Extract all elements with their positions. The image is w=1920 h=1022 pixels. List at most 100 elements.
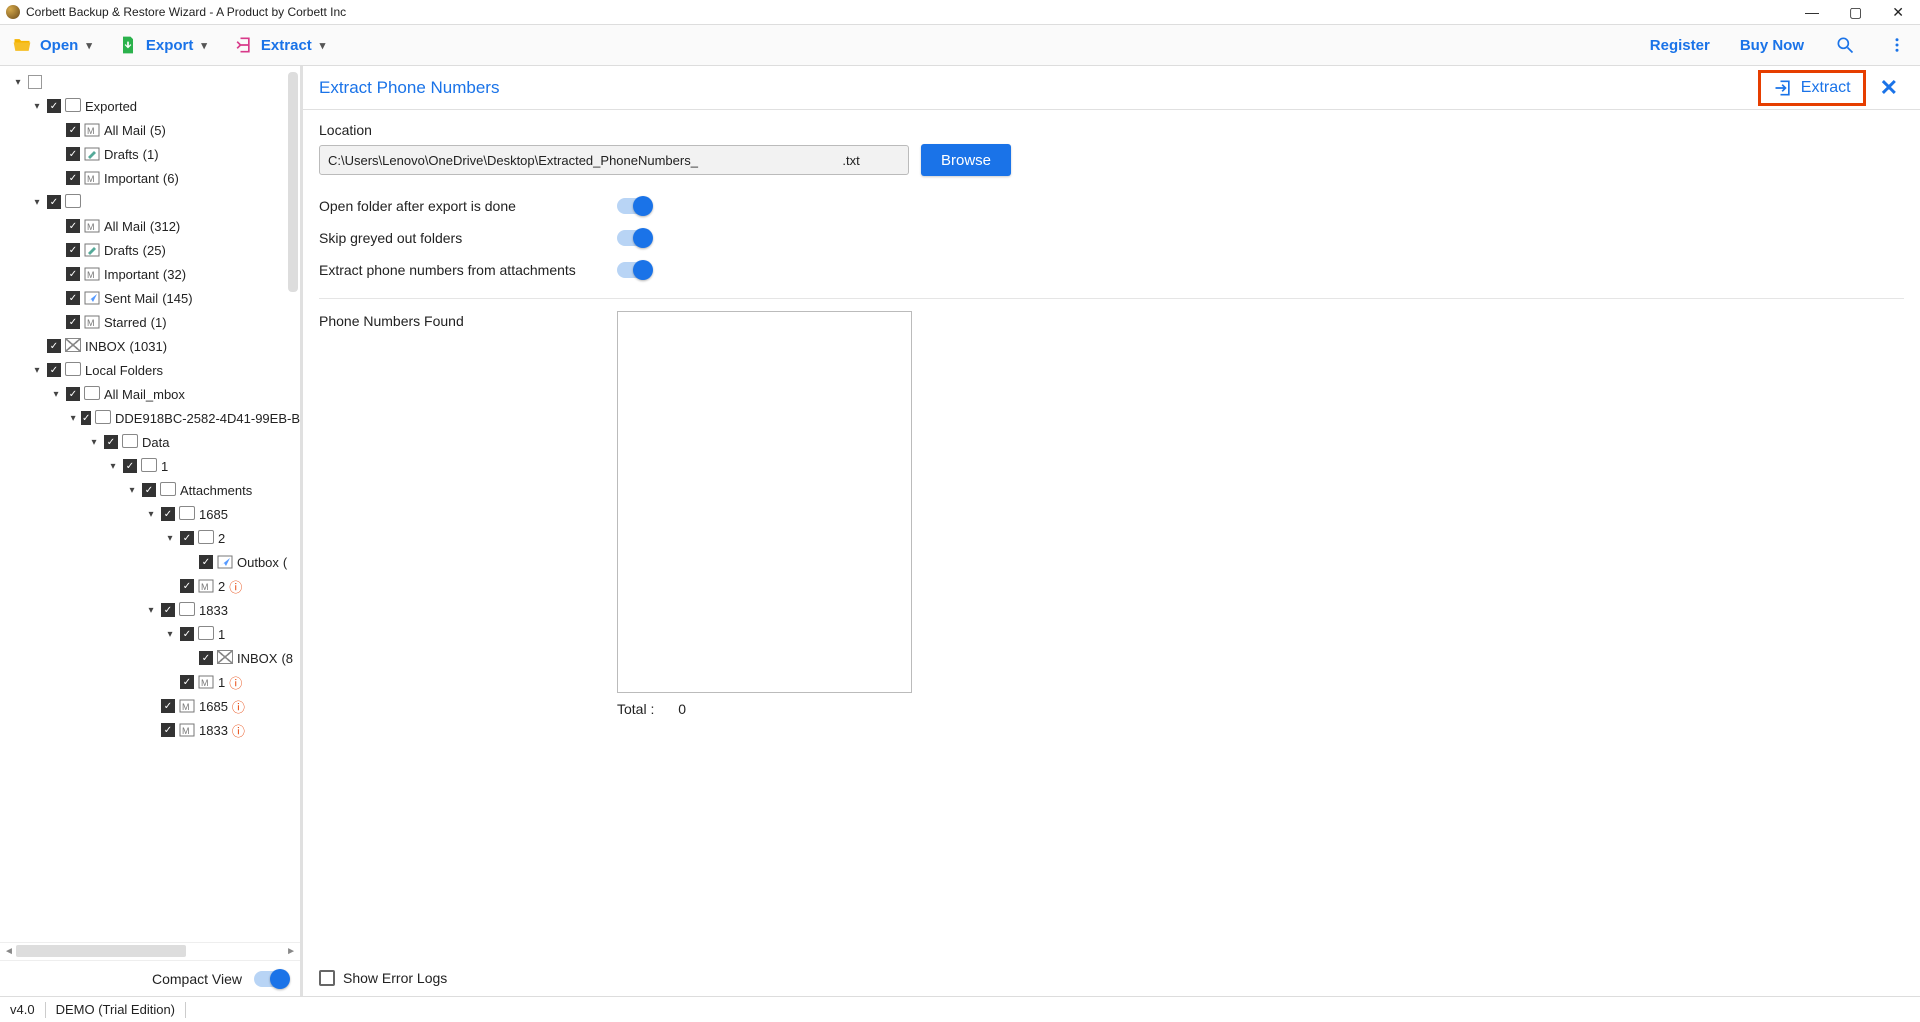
tree-item[interactable]: ✓Sent Mail (145) — [4, 286, 300, 310]
extract-button[interactable]: Extract ▾ — [233, 35, 325, 55]
checkbox[interactable]: ✓ — [142, 483, 156, 497]
checkbox[interactable]: ✓ — [66, 315, 80, 329]
error-logs-row: Show Error Logs — [303, 959, 1920, 996]
expand-arrow-icon[interactable]: ▾ — [69, 413, 77, 424]
checkbox[interactable]: ✓ — [180, 579, 194, 593]
expand-arrow-icon[interactable]: ▾ — [107, 461, 119, 472]
expand-arrow-icon[interactable]: ▾ — [31, 197, 43, 208]
vertical-scrollbar[interactable] — [288, 72, 298, 936]
svg-text:M: M — [182, 726, 190, 736]
expand-arrow-icon[interactable]: ▾ — [145, 605, 157, 616]
checkbox[interactable]: ✓ — [180, 531, 194, 545]
found-listbox[interactable] — [617, 311, 912, 693]
tree-item[interactable]: ▾✓All Mail_mbox — [4, 382, 300, 406]
tree-item[interactable]: ▾✓Exported — [4, 94, 300, 118]
expand-arrow-icon[interactable]: ▾ — [164, 629, 176, 640]
expand-arrow-icon[interactable]: ▾ — [88, 437, 100, 448]
checkbox[interactable]: ✓ — [47, 99, 61, 113]
tree-item[interactable]: ✓Drafts (25) — [4, 238, 300, 262]
checkbox[interactable]: ✓ — [123, 459, 137, 473]
checkbox[interactable]: ✓ — [66, 243, 80, 257]
checkbox[interactable]: ✓ — [81, 411, 91, 425]
tree-item-count: (1) — [151, 315, 167, 330]
tree-item[interactable]: ✓MStarred (1) — [4, 310, 300, 334]
option-skip-greyed-toggle[interactable] — [617, 230, 651, 246]
expand-arrow-icon[interactable]: ▾ — [126, 485, 138, 496]
compact-view-toggle[interactable] — [254, 971, 288, 987]
expand-arrow-icon[interactable]: ▾ — [164, 533, 176, 544]
checkbox[interactable]: ✓ — [66, 171, 80, 185]
checkbox[interactable]: ✓ — [66, 267, 80, 281]
tree-item[interactable]: ▾✓1833 — [4, 598, 300, 622]
minimize-icon[interactable]: — — [1805, 4, 1819, 21]
checkbox[interactable]: ✓ — [161, 507, 175, 521]
checkbox[interactable]: ✓ — [104, 435, 118, 449]
expand-arrow-icon[interactable]: ▾ — [31, 101, 43, 112]
tree-item[interactable]: ✓M1685 ⓘ — [4, 694, 300, 718]
tree-item[interactable]: ✓M1 ⓘ — [4, 670, 300, 694]
search-icon[interactable] — [1834, 34, 1856, 56]
tree-item[interactable]: ▾ — [4, 70, 300, 94]
tree-item[interactable]: ▾✓1 — [4, 622, 300, 646]
checkbox[interactable]: ✓ — [66, 219, 80, 233]
horizontal-scrollbar[interactable]: ◄► — [0, 942, 300, 960]
buy-now-link[interactable]: Buy Now — [1740, 37, 1804, 54]
tree-item[interactable]: ▾✓1685 — [4, 502, 300, 526]
maximize-icon[interactable]: ▢ — [1849, 4, 1862, 21]
location-input[interactable] — [319, 145, 909, 175]
tree-item[interactable]: ▾✓Local Folders — [4, 358, 300, 382]
tree-item[interactable]: ▾✓ — [4, 190, 300, 214]
checkbox[interactable]: ✓ — [66, 387, 80, 401]
tree-item[interactable]: ✓MImportant (6) — [4, 166, 300, 190]
tree-item[interactable]: ✓INBOX (8 — [4, 646, 300, 670]
checkbox[interactable]: ✓ — [161, 723, 175, 737]
checkbox[interactable]: ✓ — [180, 675, 194, 689]
tree-item[interactable]: ✓MAll Mail (312) — [4, 214, 300, 238]
tree-scroll-area[interactable]: ▾▾✓Exported✓MAll Mail (5)✓Drafts (1)✓MIm… — [0, 66, 300, 942]
window-title: Corbett Backup & Restore Wizard - A Prod… — [26, 5, 1799, 19]
checkbox[interactable]: ✓ — [66, 291, 80, 305]
tree-item[interactable]: ✓MAll Mail (5) — [4, 118, 300, 142]
open-button[interactable]: Open ▾ — [12, 35, 92, 55]
checkbox[interactable]: ✓ — [47, 339, 61, 353]
tree-item[interactable]: ▾✓DDE918BC-2582-4D41-99EB-B — [4, 406, 300, 430]
option-attachments-toggle[interactable] — [617, 262, 651, 278]
checkbox[interactable]: ✓ — [199, 555, 213, 569]
tree-item[interactable]: ▾✓1 — [4, 454, 300, 478]
checkbox[interactable]: ✓ — [199, 651, 213, 665]
tree-item[interactable]: ▾✓2 — [4, 526, 300, 550]
expand-arrow-icon[interactable]: ▾ — [145, 509, 157, 520]
expand-arrow-icon[interactable]: ▾ — [50, 389, 62, 400]
checkbox[interactable]: ✓ — [66, 123, 80, 137]
close-icon[interactable]: ✕ — [1892, 4, 1904, 21]
checkbox[interactable]: ✓ — [66, 147, 80, 161]
browse-button[interactable]: Browse — [921, 144, 1011, 176]
svg-text:M: M — [87, 222, 95, 232]
tree-item[interactable]: ▾✓Data — [4, 430, 300, 454]
tree-item[interactable]: ✓INBOX (1031) — [4, 334, 300, 358]
register-link[interactable]: Register — [1650, 37, 1710, 54]
error-logs-checkbox[interactable] — [319, 970, 335, 986]
expand-arrow-icon[interactable]: ▾ — [12, 77, 24, 88]
option-open-folder-toggle[interactable] — [617, 198, 651, 214]
close-panel-icon[interactable]: ✕ — [1874, 75, 1904, 101]
export-button[interactable]: Export ▾ — [118, 35, 207, 55]
tree-item[interactable]: ✓M1833 ⓘ — [4, 718, 300, 742]
tree-item-label: Drafts — [104, 147, 139, 162]
tree-item[interactable]: ✓Outbox ( — [4, 550, 300, 574]
tree-item[interactable]: ▾✓Attachments — [4, 478, 300, 502]
tree-item[interactable]: ✓M2 ⓘ — [4, 574, 300, 598]
folder-icon — [179, 602, 195, 619]
checkbox[interactable]: ✓ — [161, 699, 175, 713]
checkbox[interactable]: ✓ — [47, 195, 61, 209]
checkbox[interactable]: ✓ — [47, 363, 61, 377]
expand-arrow-icon[interactable]: ▾ — [31, 365, 43, 376]
extract-action-button[interactable]: Extract — [1758, 70, 1866, 106]
tree-item-count: (312) — [150, 219, 180, 234]
checkbox[interactable]: ✓ — [180, 627, 194, 641]
more-menu-icon[interactable] — [1886, 34, 1908, 56]
checkbox[interactable] — [28, 75, 42, 89]
tree-item[interactable]: ✓MImportant (32) — [4, 262, 300, 286]
tree-item[interactable]: ✓Drafts (1) — [4, 142, 300, 166]
checkbox[interactable]: ✓ — [161, 603, 175, 617]
